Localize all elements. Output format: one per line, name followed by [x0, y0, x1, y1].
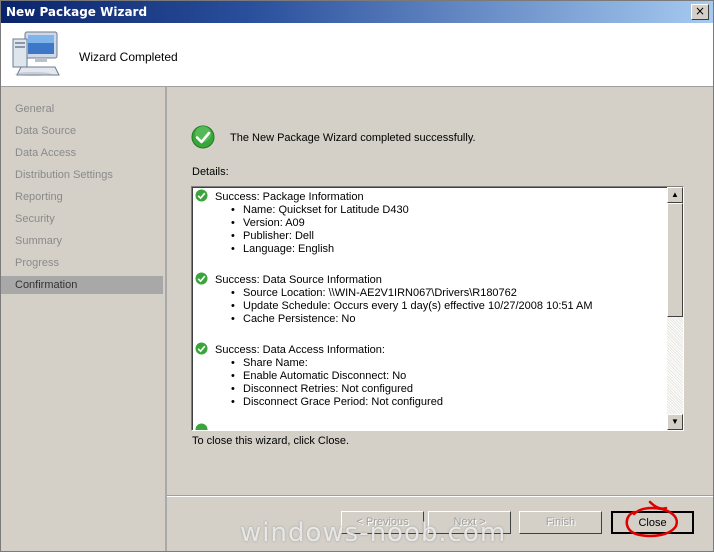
success-check-icon [191, 125, 215, 149]
details-content: Success: Package Information Name: Quick… [192, 187, 666, 430]
header-title: Wizard Completed [79, 50, 178, 64]
nav-item-distribution-settings[interactable]: Distribution Settings [1, 166, 163, 184]
success-check-icon [195, 272, 208, 285]
section-title: Success: Data Source Information [215, 274, 382, 286]
scroll-thumb[interactable] [667, 203, 683, 317]
wizard-content: The New Package Wizard completed success… [167, 87, 713, 551]
nav-item-reporting[interactable]: Reporting [1, 188, 163, 206]
detail-line: Cache Persistence: No [231, 313, 593, 326]
success-message: The New Package Wizard completed success… [230, 132, 476, 144]
window-close-button[interactable]: × [691, 4, 709, 20]
watermark: windows-noob.com [240, 518, 507, 548]
scroll-up-button[interactable]: ▲ [667, 187, 683, 203]
close-hint-text: To close this wizard, click Close. [192, 435, 350, 447]
nav-item-progress[interactable]: Progress [1, 254, 163, 272]
window-title: New Package Wizard [6, 5, 148, 19]
details-scrollbar[interactable]: ▲ ▼ [667, 187, 683, 430]
computer-icon [12, 31, 60, 76]
section-title: Success: Package Information [215, 191, 364, 203]
nav-item-data-source[interactable]: Data Source [1, 122, 163, 140]
detail-line: Share Name: [231, 357, 443, 370]
detail-line: Name: Quickset for Latitude D430 [231, 204, 409, 217]
wizard-header: Wizard Completed [1, 23, 713, 87]
detail-line: Language: English [231, 243, 409, 256]
nav-item-general[interactable]: General [1, 100, 163, 118]
nav-item-security[interactable]: Security [1, 210, 163, 228]
wizard-steps-panel: General Data Source Data Access Distribu… [1, 87, 167, 551]
details-textbox[interactable]: Success: Package Information Name: Quick… [191, 186, 684, 431]
success-check-icon [195, 342, 208, 355]
success-check-icon [195, 189, 208, 202]
scroll-down-button[interactable]: ▼ [667, 414, 683, 430]
nav-item-confirmation[interactable]: Confirmation [1, 276, 163, 294]
detail-line: Update Schedule: Occurs every 1 day(s) e… [231, 300, 593, 313]
finish-button[interactable]: Finish [519, 511, 602, 534]
nav-item-data-access[interactable]: Data Access [1, 144, 163, 162]
detail-line: Enable Automatic Disconnect: No [231, 370, 443, 383]
nav-item-summary[interactable]: Summary [1, 232, 163, 250]
button-area-divider [167, 495, 713, 497]
detail-line: Version: A09 [231, 217, 409, 230]
section-title: Success: Data Access Information: [215, 344, 385, 356]
success-check-icon [195, 423, 208, 430]
details-label: Details: [192, 166, 229, 178]
detail-line: Source Location: \\WIN-AE2V1IRN067\Drive… [231, 287, 593, 300]
detail-line: Disconnect Retries: Not configured [231, 383, 443, 396]
red-circle-annotation [625, 500, 679, 538]
title-bar[interactable]: New Package Wizard × [1, 1, 713, 23]
wizard-window: New Package Wizard × Wizard Completed Ge… [0, 0, 714, 552]
detail-line: Disconnect Grace Period: Not configured [231, 396, 443, 409]
detail-line: Publisher: Dell [231, 230, 409, 243]
